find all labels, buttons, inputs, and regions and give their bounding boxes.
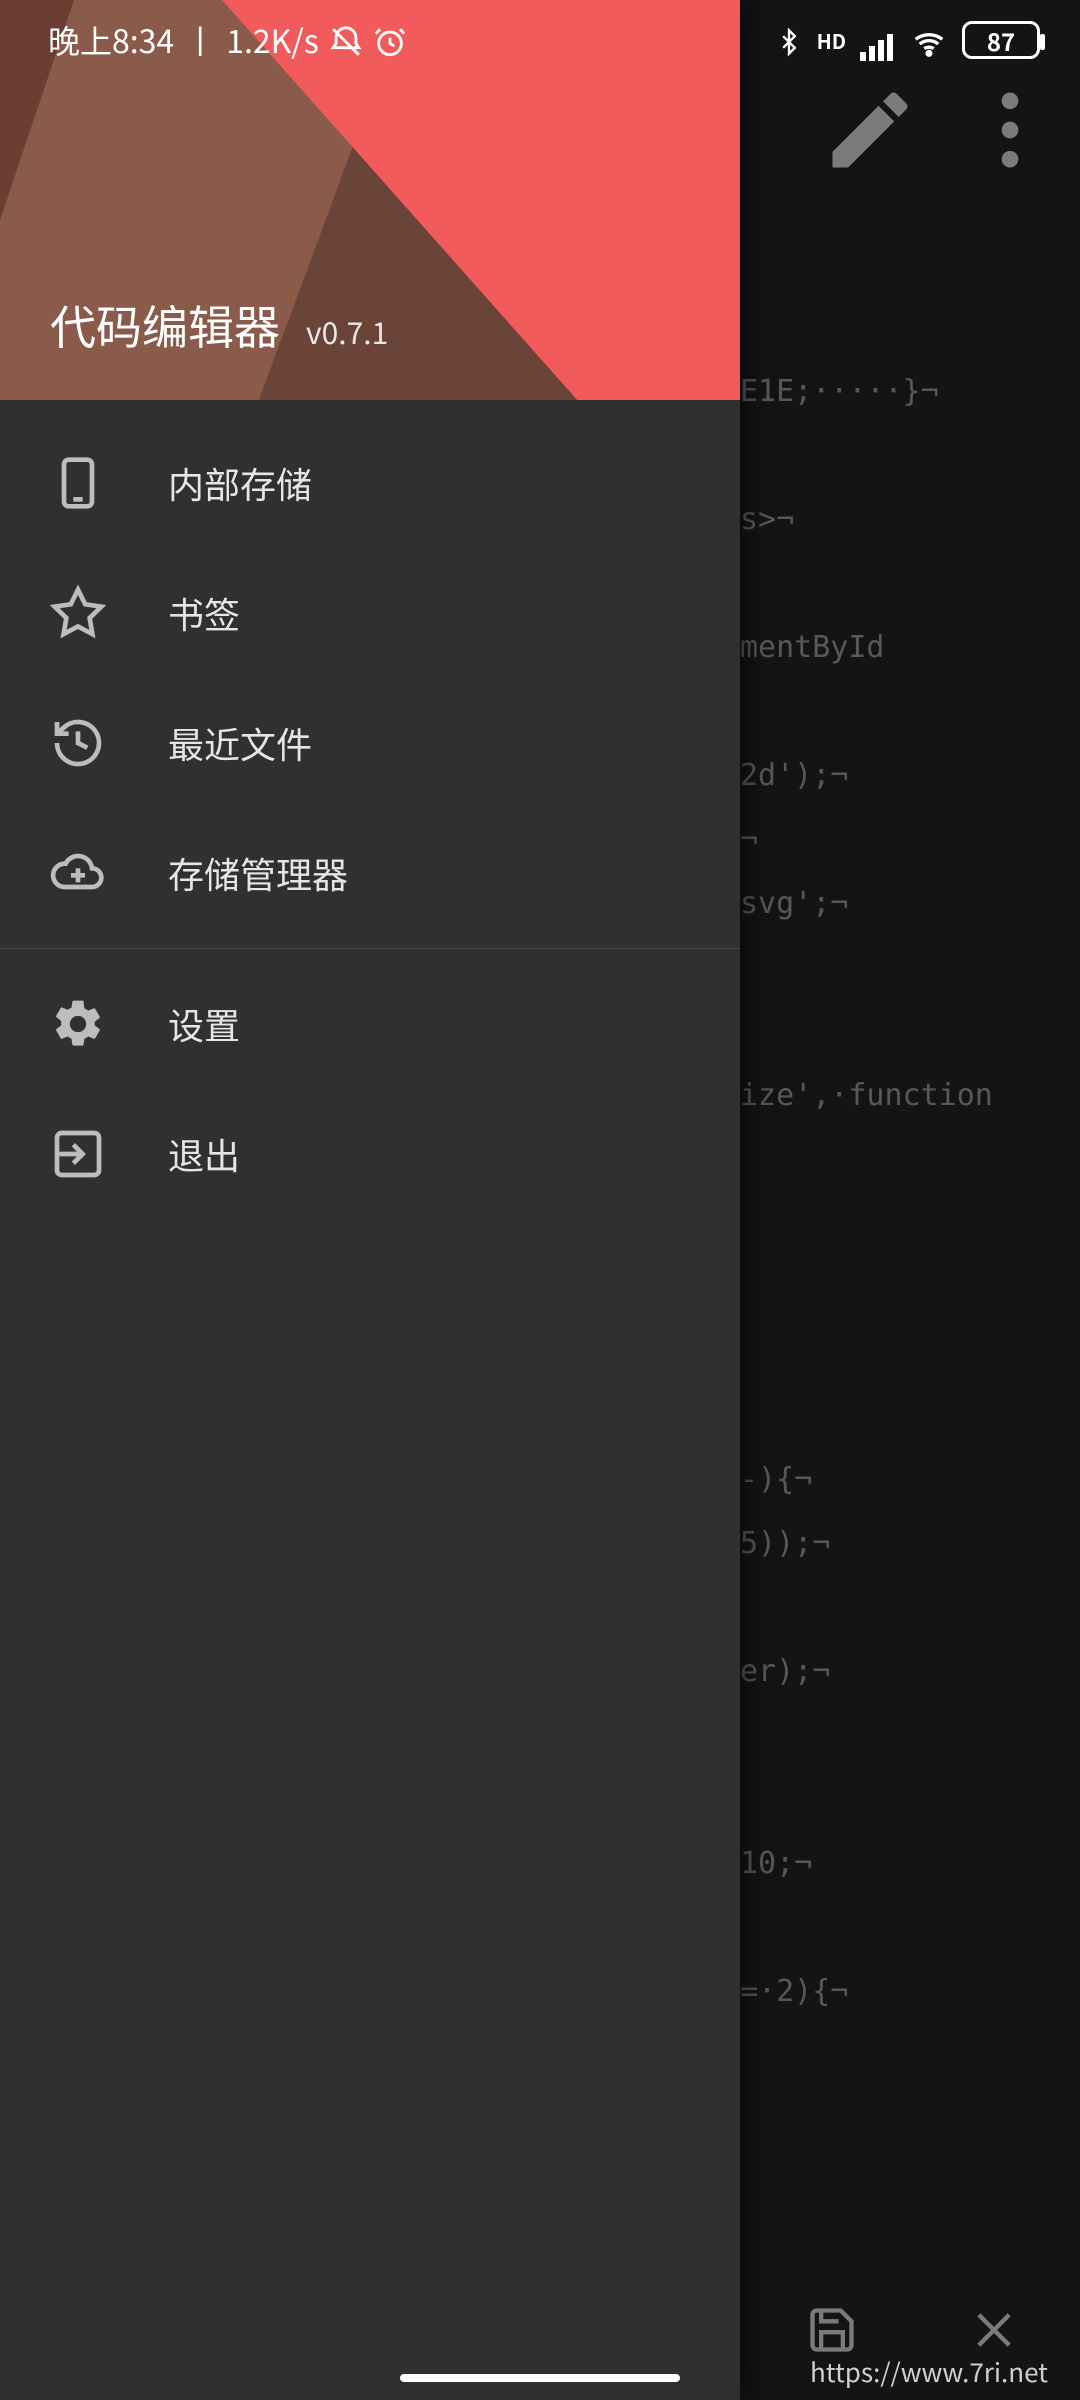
menu-item-label: 内部存储 [168,457,312,509]
menu-item-storage-manager[interactable]: 存储管理器 [0,808,740,938]
battery-indicator: 87 [962,21,1040,59]
menu-item-recent-files[interactable]: 最近文件 [0,678,740,808]
bluetooth-icon [775,23,803,57]
navigation-drawer: 代码编辑器 v0.7.1 内部存储 书签 最近文件 存储管理器 [0,0,740,2400]
drawer-menu: 内部存储 书签 最近文件 存储管理器 设置 [0,400,740,1219]
menu-item-settings[interactable]: 设置 [0,959,740,1089]
exit-icon [50,1126,106,1182]
watermark: https://www.7ri.net [810,2353,1048,2390]
alarm-icon [373,23,407,57]
menu-item-bookmarks[interactable]: 书签 [0,548,740,678]
home-indicator [400,2374,680,2382]
menu-item-label: 设置 [168,998,240,1050]
more-vert-icon[interactable] [960,80,1060,180]
close-icon[interactable] [968,2304,1020,2356]
signal-icon [860,25,896,55]
edit-icon[interactable] [820,80,920,180]
status-time: 晚上8:34 [48,17,174,63]
save-icon[interactable] [806,2304,858,2356]
menu-item-exit[interactable]: 退出 [0,1089,740,1219]
cloud-plus-icon [50,845,106,901]
status-netspeed: 1.2K/s [226,17,319,63]
gear-icon [50,996,106,1052]
app-title: 代码编辑器 [50,292,280,358]
app-version: v0.7.1 [306,309,388,353]
history-icon [50,715,106,771]
menu-item-label: 最近文件 [168,717,312,769]
menu-divider [0,948,740,949]
star-icon [50,585,106,641]
phone-icon [50,455,106,511]
menu-item-label: 退出 [168,1128,240,1180]
hd-icon: HD [817,26,846,55]
menu-item-internal-storage[interactable]: 内部存储 [0,418,740,548]
status-bar: 晚上8:34 丨 1.2K/s HD 87 [0,0,1080,80]
menu-item-label: 存储管理器 [168,847,348,899]
wifi-icon [910,24,948,56]
mute-icon [329,23,363,57]
menu-item-label: 书签 [168,587,240,639]
